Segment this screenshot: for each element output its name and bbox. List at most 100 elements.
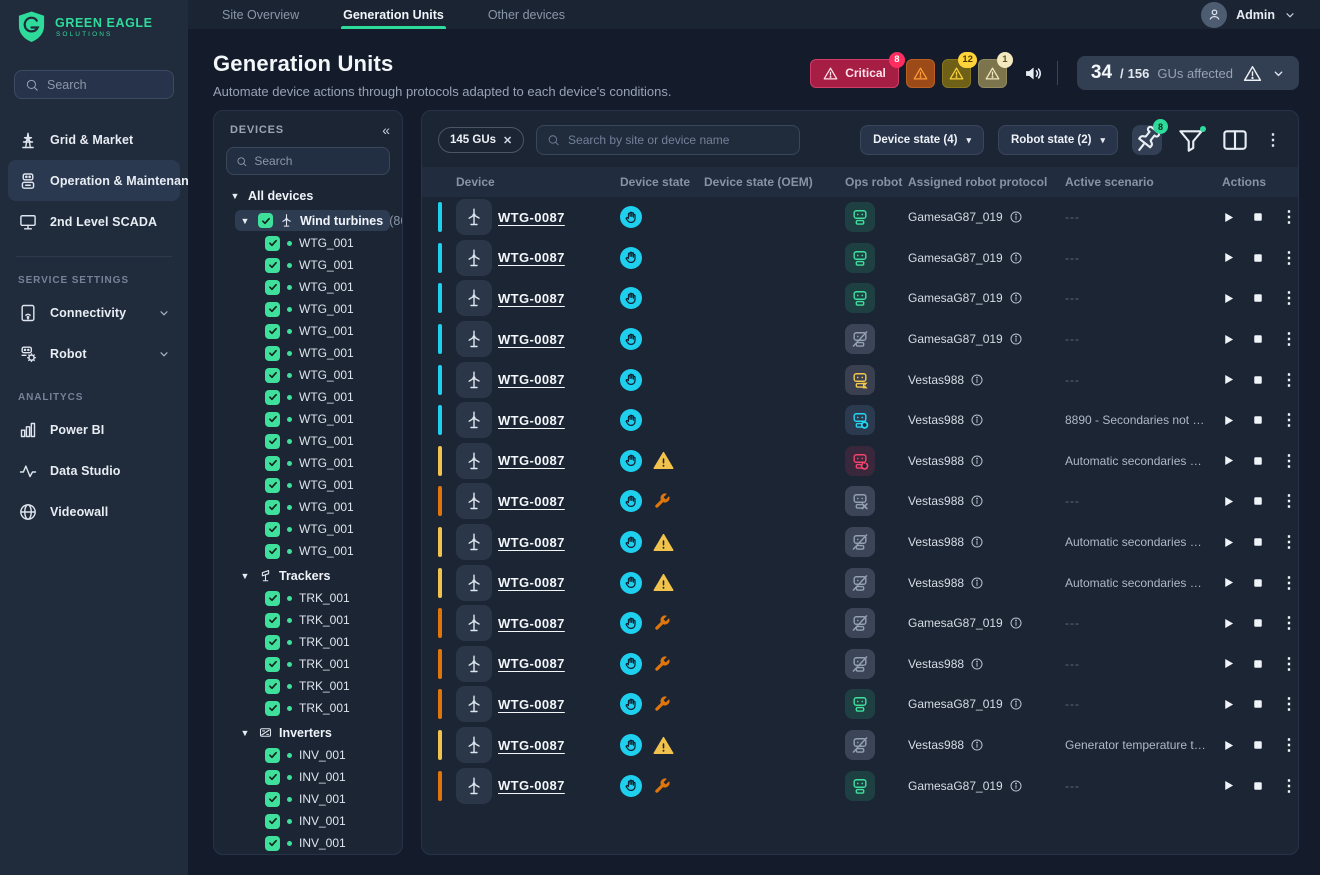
play-button[interactable] xyxy=(1222,495,1235,508)
checkbox-checked[interactable] xyxy=(265,701,280,716)
yellow-alert-button[interactable]: 12 xyxy=(942,59,971,88)
device-name-link[interactable]: WTG-0087 xyxy=(498,210,565,225)
sidebar-search[interactable] xyxy=(14,70,174,99)
stop-button[interactable] xyxy=(1252,739,1264,751)
kebab-icon[interactable]: ⋮ xyxy=(1281,451,1297,471)
info-icon[interactable] xyxy=(1009,616,1023,630)
kebab-icon[interactable]: ⋮ xyxy=(1281,329,1297,349)
checkbox-checked[interactable] xyxy=(265,814,280,829)
kebab-icon[interactable]: ⋮ xyxy=(1281,491,1297,511)
sidebar-item-data-studio[interactable]: Data Studio xyxy=(8,450,180,491)
checkbox-checked[interactable] xyxy=(265,657,280,672)
device-name-link[interactable]: WTG-0087 xyxy=(498,616,565,631)
info-icon[interactable] xyxy=(1009,291,1023,305)
info-icon[interactable] xyxy=(970,413,984,427)
kebab-icon[interactable]: ⋮ xyxy=(1281,207,1297,227)
info-icon[interactable] xyxy=(1009,332,1023,346)
checkbox-checked[interactable] xyxy=(265,456,280,471)
play-button[interactable] xyxy=(1222,454,1235,467)
play-button[interactable] xyxy=(1222,657,1235,670)
stop-button[interactable] xyxy=(1252,374,1264,386)
tree-item-inv_001[interactable]: INV_001 xyxy=(214,810,402,832)
checkbox-checked[interactable] xyxy=(265,280,280,295)
device-name-link[interactable]: WTG-0087 xyxy=(498,778,565,793)
play-button[interactable] xyxy=(1222,373,1235,386)
caret-down-icon[interactable]: ▼ xyxy=(228,191,242,201)
device-name-link[interactable]: WTG-0087 xyxy=(498,738,565,753)
tree-item-all-devices[interactable]: ▼All devices xyxy=(214,185,402,207)
kebab-icon[interactable]: ⋮ xyxy=(1281,532,1297,552)
info-icon[interactable] xyxy=(970,494,984,508)
tree-group-wind-turbines[interactable]: ▼Wind turbines(867) xyxy=(235,210,390,231)
tree-item-wtg_001[interactable]: WTG_001 xyxy=(214,474,402,496)
stop-button[interactable] xyxy=(1252,455,1264,467)
tab-site-overview[interactable]: Site Overview xyxy=(222,0,299,29)
tree-group-trackers[interactable]: ▼Trackers xyxy=(235,565,390,586)
play-button[interactable] xyxy=(1222,251,1235,264)
info-icon[interactable] xyxy=(970,373,984,387)
table-more-button[interactable]: ⋮ xyxy=(1264,125,1282,155)
stop-button[interactable] xyxy=(1252,536,1264,548)
tree-item-wtg_001[interactable]: WTG_001 xyxy=(214,298,402,320)
sidebar-item-videowall[interactable]: Videowall xyxy=(8,491,180,532)
play-button[interactable] xyxy=(1222,333,1235,346)
filter-button[interactable] xyxy=(1176,125,1206,155)
info-icon[interactable] xyxy=(970,657,984,671)
checkbox-checked[interactable] xyxy=(265,748,280,763)
checkbox-checked[interactable] xyxy=(265,635,280,650)
device-name-link[interactable]: WTG-0087 xyxy=(498,697,565,712)
info-icon[interactable] xyxy=(1009,697,1023,711)
tree-item-wtg_001[interactable]: WTG_001 xyxy=(214,518,402,540)
kebab-icon[interactable]: ⋮ xyxy=(1281,735,1297,755)
device-name-link[interactable]: WTG-0087 xyxy=(498,494,565,509)
robot-state-dropdown[interactable]: Robot state (2) ▾ xyxy=(998,125,1118,155)
kebab-icon[interactable]: ⋮ xyxy=(1281,776,1297,796)
gus-filter-chip[interactable]: 145 GUs ✕ xyxy=(438,127,524,153)
sidebar-item-power-bi[interactable]: Power BI xyxy=(8,409,180,450)
stop-button[interactable] xyxy=(1252,252,1264,264)
gus-affected-dropdown[interactable]: 34 / 156 GUs affected xyxy=(1077,56,1299,90)
tree-item-wtg_001[interactable]: WTG_001 xyxy=(214,342,402,364)
info-icon[interactable] xyxy=(970,576,984,590)
tree-item-wtg_001[interactable]: WTG_001 xyxy=(214,408,402,430)
info-icon[interactable] xyxy=(970,454,984,468)
checkbox-checked[interactable] xyxy=(265,302,280,317)
kebab-icon[interactable]: ⋮ xyxy=(1281,613,1297,633)
sidebar-search-input[interactable] xyxy=(47,78,163,92)
tree-item-wtg_001[interactable]: WTG_001 xyxy=(214,276,402,298)
tree-item-wtg_001[interactable]: WTG_001 xyxy=(214,430,402,452)
table-search[interactable] xyxy=(536,125,800,155)
checkbox-checked[interactable] xyxy=(265,522,280,537)
stop-button[interactable] xyxy=(1252,333,1264,345)
checkbox-checked[interactable] xyxy=(265,500,280,515)
device-name-link[interactable]: WTG-0087 xyxy=(498,291,565,306)
stop-button[interactable] xyxy=(1252,292,1264,304)
stop-button[interactable] xyxy=(1252,495,1264,507)
tab-generation-units[interactable]: Generation Units xyxy=(343,0,444,29)
info-icon[interactable] xyxy=(970,535,984,549)
columns-button[interactable] xyxy=(1220,125,1250,155)
tree-item-wtg_001[interactable]: WTG_001 xyxy=(214,386,402,408)
devices-search-input[interactable] xyxy=(254,154,380,168)
tree-item-inv_001[interactable]: INV_001 xyxy=(214,744,402,766)
checkbox-checked[interactable] xyxy=(265,368,280,383)
tree-item-inv_001[interactable]: INV_001 xyxy=(214,766,402,788)
checkbox-checked[interactable] xyxy=(265,434,280,449)
play-button[interactable] xyxy=(1222,739,1235,752)
tree-item-trk_001[interactable]: TRK_001 xyxy=(214,697,402,719)
checkbox-checked[interactable] xyxy=(265,836,280,851)
tree-item-wtg_001[interactable]: WTG_001 xyxy=(214,232,402,254)
speaker-icon[interactable] xyxy=(1023,63,1044,84)
stop-button[interactable] xyxy=(1252,617,1264,629)
info-icon[interactable] xyxy=(1009,251,1023,265)
checkbox-checked[interactable] xyxy=(265,412,280,427)
caret-down-icon[interactable]: ▼ xyxy=(238,571,252,581)
tree-item-wtg_001[interactable]: WTG_001 xyxy=(214,320,402,342)
stop-button[interactable] xyxy=(1252,698,1264,710)
sidebar-item-operation-maintenance[interactable]: Operation & Maintenance xyxy=(8,160,180,201)
stop-button[interactable] xyxy=(1252,658,1264,670)
checkbox-checked[interactable] xyxy=(265,544,280,559)
checkbox-checked[interactable] xyxy=(265,258,280,273)
table-search-input[interactable] xyxy=(568,133,789,147)
checkbox-checked[interactable] xyxy=(265,591,280,606)
